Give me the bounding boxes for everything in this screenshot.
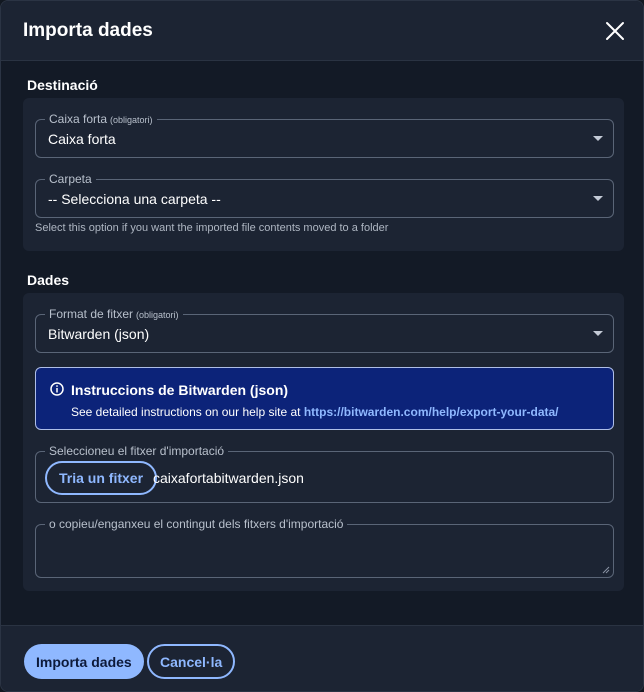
data-section-title: Dades [27, 272, 70, 288]
help-link[interactable]: https://bitwarden.com/help/export-your-d… [304, 405, 559, 419]
folder-value: -- Selecciona una carpeta -- [48, 191, 221, 207]
instructions-text: See detailed instructions on our help si… [71, 405, 559, 419]
file-format-value: Bitwarden (json) [48, 326, 150, 342]
cancel-button[interactable]: Cancel·la [147, 644, 236, 679]
folder-select[interactable]: Carpeta -- Selecciona una carpeta -- [35, 172, 614, 218]
dialog-body: Destinació Caixa forta (obligatori) Caixa… [1, 61, 643, 625]
chevron-down-icon [593, 331, 603, 336]
import-data-button[interactable]: Importa dades [24, 644, 144, 679]
folder-label: Carpeta [45, 172, 96, 186]
destination-card: Caixa forta (obligatori) Caixa forta Carp… [23, 98, 624, 251]
paste-contents-label: o copieu/enganxeu el contingut dels fitx… [45, 517, 348, 531]
dialog-title: Importa dades [23, 19, 153, 41]
vault-select[interactable]: Caixa forta (obligatori) Caixa forta [35, 112, 614, 158]
import-file-label: Seleccioneu el fitxer d'importació [45, 444, 229, 458]
file-format-required-label: (obligatori) [136, 310, 179, 320]
close-button[interactable] [601, 17, 629, 45]
chevron-down-icon [593, 136, 603, 141]
vault-label: Caixa forta (obligatori) [45, 112, 157, 127]
dialog-footer: Importa dades Cancel·la [1, 625, 643, 691]
vault-value: Caixa forta [48, 131, 116, 147]
choose-file-button[interactable]: Tria un fitxer [45, 461, 158, 495]
import-dialog: Importa dades Destinació Caixa forta (obl… [0, 0, 644, 692]
paste-contents-textarea[interactable]: o copieu/enganxeu el contingut dels fitx… [35, 517, 614, 578]
chevron-down-icon [593, 196, 603, 201]
instructions-title: Instruccions de Bitwarden (json) [71, 382, 289, 398]
dialog-header: Importa dades [1, 1, 643, 61]
instructions-callout: Instruccions de Bitwarden (json) See det… [35, 367, 614, 430]
destination-section-title: Destinació [27, 77, 98, 93]
import-file-field: Seleccioneu el fitxer d'importació Tria … [35, 444, 614, 503]
file-format-select[interactable]: Format de fitxer (obligatori) Bitwarden (… [35, 307, 614, 353]
file-format-label: Format de fitxer (obligatori) [45, 307, 183, 322]
resize-grip-icon[interactable] [602, 566, 610, 574]
folder-hint: Select this option if you want the impor… [35, 222, 389, 234]
data-card: Format de fitxer (obligatori) Bitwarden (… [23, 293, 624, 591]
vault-required-label: (obligatori) [110, 115, 153, 125]
info-icon [50, 382, 64, 396]
close-icon [606, 21, 624, 40]
selected-file-name: caixafortabitwarden.json [153, 470, 304, 486]
